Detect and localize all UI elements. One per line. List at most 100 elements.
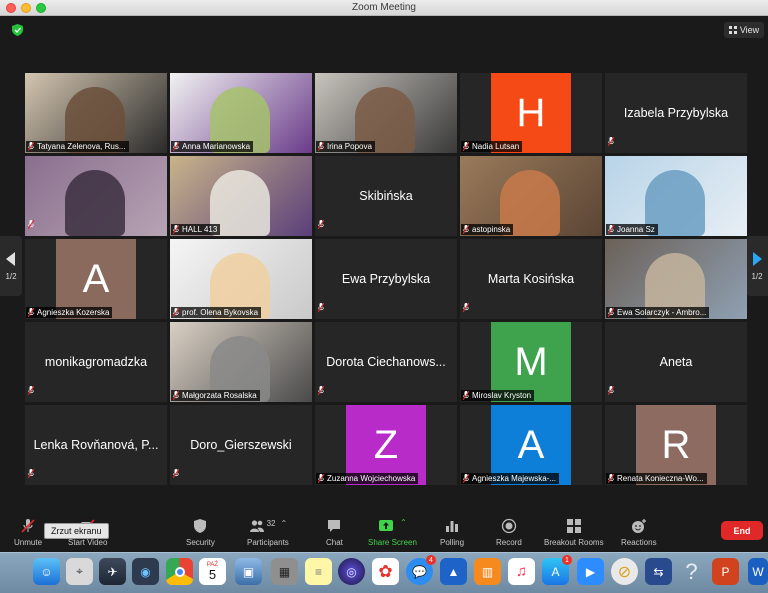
record-button[interactable]: Record [496,518,522,547]
chrome-icon[interactable] [166,558,193,585]
participant-tile[interactable]: Anna Marianowska [170,73,312,153]
no-entry-icon[interactable]: ⊘ [611,558,638,585]
quicktime-icon[interactable]: ◉ [132,558,159,585]
share-screen-icon [379,520,394,531]
participant-tile[interactable]: Joanna Sz [605,156,747,236]
screenshot-app-icon[interactable]: ⌖ [66,558,93,585]
photos-icon[interactable]: ✿ [372,558,399,585]
teamviewer-icon[interactable]: ⇆ [645,558,672,585]
participant-label: astopinska [461,224,514,235]
participant-name: Dorota Ciechanows... [326,355,446,369]
microphone-muted-icon [27,468,35,479]
microphone-muted-icon [463,391,469,400]
view-button[interactable]: View [724,22,764,38]
participant-tile[interactable]: Dorota Ciechanows... [315,322,457,402]
participant-tile[interactable]: monikagromadzka [25,322,167,402]
previous-page-button[interactable]: 1/2 [0,236,22,296]
participant-name: Joanna Sz [617,225,655,234]
calculator-icon[interactable]: ▦ [271,558,298,585]
calendar-icon[interactable]: PAŹ 5 [199,558,226,585]
breakout-rooms-icon [566,519,581,533]
participant-tile[interactable]: Małgorzata Rosalska [170,322,312,402]
participant-name: Agnieszka Majewska-... [472,474,557,483]
zoom-icon[interactable]: ▶ [577,558,604,585]
participant-tile[interactable]: astopinska [460,156,602,236]
app-store-icon[interactable]: A1 [542,555,572,585]
start-video-label: Start Video [68,538,108,547]
participant-label: Agnieszka Kozerska [26,307,113,318]
notes-icon[interactable]: ≡ [305,558,332,585]
preview-icon[interactable]: ▣ [235,558,262,585]
finder-icon[interactable]: ☺ [33,558,60,585]
participant-label: Tatyana Zelenova, Rus... [26,141,129,152]
microphone-muted-icon [463,474,469,483]
participant-tile[interactable]: Aneta [605,322,747,402]
muted-indicator [27,465,35,483]
participant-tile[interactable]: Ewa Przybylska [315,239,457,319]
reactions-label: Reactions [621,538,657,547]
participant-name: Aneta [659,355,693,369]
participants-options-chevron-icon[interactable]: ⌃ [281,519,288,528]
keynote-icon[interactable]: ▲ [440,558,467,585]
participant-label: Nadia Lutsan [461,141,523,152]
muted-indicator [607,382,615,400]
participant-name: Doro_Gierszewski [190,438,292,452]
muted-indicator [27,382,35,400]
chat-button[interactable]: Chat [326,518,343,547]
participant-tile[interactable]: Tatyana Zelenova, Rus... [25,73,167,153]
title-bar: Zoom Meeting [0,0,768,16]
window-title: Zoom Meeting [352,2,416,13]
messages-icon[interactable]: 💬 4 [406,555,436,585]
participant-tile[interactable]: M Miroslav Kryston [460,322,602,402]
help-icon[interactable]: ? [678,558,705,585]
share-options-chevron-icon[interactable]: ⌃ [400,518,407,527]
breakout-rooms-button[interactable]: Breakout Rooms [544,518,604,547]
unmute-label: Unmute [14,538,43,547]
participant-tile[interactable] [25,156,167,236]
participant-name: Irina Popova [327,142,372,151]
launchpad-icon[interactable]: ✈ [99,558,126,585]
participant-tile[interactable]: Irina Popova [315,73,457,153]
polling-button[interactable]: Polling [440,518,464,547]
siri-icon[interactable]: ◎ [338,558,365,585]
polling-label: Polling [440,538,465,547]
record-label: Record [496,538,522,547]
participant-tile[interactable]: Doro_Gierszewski [170,405,312,485]
participant-tile[interactable]: H Nadia Lutsan [460,73,602,153]
reactions-button[interactable]: Reactions [621,518,657,547]
participant-tile[interactable]: HALL 413 [170,156,312,236]
participant-tile[interactable]: prof. Olena Bykovska [170,239,312,319]
participant-tile[interactable]: Ewa Solarczyk - Ambro... [605,239,747,319]
unmute-button[interactable]: Unmute [14,518,42,547]
messages-badge: 4 [426,555,436,565]
word-icon[interactable]: W [748,558,768,585]
microphone-muted-icon [317,385,325,396]
chevron-left-icon [6,251,15,266]
microphone-muted-icon [463,225,469,234]
participant-tile[interactable]: Lenka Rovňanová, P... [25,405,167,485]
microphone-muted-icon [28,142,34,151]
microphone-muted-icon [608,474,614,483]
encryption-shield-icon[interactable] [12,24,23,36]
microphone-muted-icon [317,302,325,313]
chat-label: Chat [326,538,343,547]
share-screen-button[interactable]: ⌃ Share Screen [368,518,417,547]
security-button[interactable]: Security [186,518,215,547]
participant-tile[interactable]: R Renata Konieczna-Wo... [605,405,747,485]
participant-tile[interactable]: A Agnieszka Majewska-... [460,405,602,485]
books-icon[interactable]: ▥ [474,558,501,585]
participant-tile[interactable]: Izabela Przybylska [605,73,747,153]
end-meeting-button[interactable]: End [721,521,763,540]
participant-tile[interactable]: Marta Kosińska [460,239,602,319]
participant-tile[interactable]: Skibińska [315,156,457,236]
muted-indicator [607,133,615,151]
music-icon[interactable]: ♫ [508,558,535,585]
participant-name: monikagromadzka [44,355,148,369]
next-page-button[interactable]: 1/2 [746,236,768,296]
participant-tile[interactable]: Z Zuzanna Wojciechowska [315,405,457,485]
participants-button[interactable]: 32 ⌃ Participants [247,518,289,547]
microphone-muted-icon [318,474,324,483]
participant-tile[interactable]: A Agnieszka Kozerska [25,239,167,319]
participant-label: Ewa Solarczyk - Ambro... [606,307,710,318]
powerpoint-icon[interactable]: P [712,558,739,585]
